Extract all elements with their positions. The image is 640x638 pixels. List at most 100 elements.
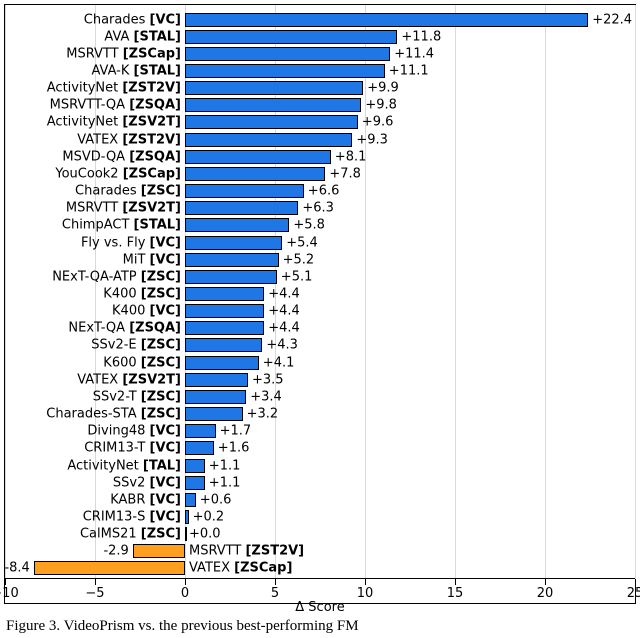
bar: [185, 338, 262, 352]
bar-row: +3.2 Charades-STA [ZSC]: [5, 405, 635, 422]
bar-value-label: +4.4: [268, 305, 300, 318]
bar: [185, 81, 363, 95]
bar-row: +0.2CRIM13-S [VC]: [5, 508, 635, 525]
bar: [185, 64, 385, 78]
category-label: Fly vs. Fly [VC]: [81, 236, 181, 249]
x-tick: [95, 579, 96, 585]
bar-value-label: +5.1: [281, 270, 313, 283]
category-label: SSv2 [VC]: [113, 476, 181, 489]
bar-row: +11.1AVA-K [STAL]: [5, 62, 635, 79]
bar-value-label: +5.4: [286, 236, 318, 249]
x-tick-label: 5: [271, 586, 279, 601]
category-label: SSv2-T [ZSC]: [93, 390, 181, 403]
category-label: Charades [ZSC]: [75, 185, 181, 198]
category-label: MSRVTT [ZST2V]: [189, 545, 304, 558]
bar: [185, 201, 298, 215]
bar-row: +22.4Charades [VC]: [5, 11, 635, 28]
x-tick-label: −5: [85, 586, 104, 601]
bar: [185, 321, 264, 335]
category-label: MSVD-QA [ZSQA]: [62, 150, 181, 163]
bar-value-label: +3.4: [250, 390, 282, 403]
bar-value-label: +3.2: [247, 408, 279, 421]
bar-row: +1.7Diving48 [VC]: [5, 423, 635, 440]
x-tick-label: −10: [0, 586, 19, 601]
bar: [185, 115, 358, 129]
category-label: CRIM13-T [VC]: [84, 442, 181, 455]
bar-row: +11.8 AVA [STAL]: [5, 28, 635, 45]
bar-value-label: +7.8: [329, 167, 361, 180]
bar-value-label: +4.3: [266, 339, 298, 352]
bar-value-label: +11.8: [401, 30, 441, 43]
bar-value-label: +5.2: [283, 253, 315, 266]
bar-row: +3.4 SSv2-T [ZSC]: [5, 388, 635, 405]
bar: [185, 476, 205, 490]
bar-value-label: +9.3: [356, 133, 388, 146]
bar-row: +5.4 Fly vs. Fly [VC]: [5, 234, 635, 251]
bar-value-label: +4.1: [263, 356, 295, 369]
bar-value-label: +0.0: [189, 528, 221, 541]
bar-row: +0.6 KABR [VC]: [5, 491, 635, 508]
bar-row: +1.1 ActivityNet [TAL]: [5, 457, 635, 474]
category-label: MSRVTT [ZSCap]: [66, 47, 181, 60]
chart-figure: +22.4Charades [VC] +11.8 AVA [STAL] +11.4 MS…: [4, 4, 636, 604]
bar: [185, 527, 187, 541]
bar: [185, 390, 246, 404]
x-tick-label: 10: [357, 586, 374, 601]
bar: [185, 133, 352, 147]
bar-row: +7.8 YouCook2 [ZSCap]: [5, 165, 635, 182]
category-label: AVA [STAL]: [104, 30, 181, 43]
bar: [34, 561, 185, 575]
bar-row: +9.6ActivityNet [ZSV2T]: [5, 114, 635, 131]
category-label: Charades-STA [ZSC]: [46, 408, 181, 421]
bar-value-label: +9.6: [362, 116, 394, 129]
bar: [133, 544, 185, 558]
bar-row: +4.4K400 [ZSC]: [5, 285, 635, 302]
bar-value-label: +9.9: [367, 82, 399, 95]
bar-row: +4.4NExT-QA [ZSQA]: [5, 320, 635, 337]
category-label: VATEX [ZST2V]: [77, 133, 181, 146]
bar-value-label: +6.6: [308, 185, 340, 198]
bar-value-label: +11.4: [394, 47, 434, 60]
bar-row: +6.6 Charades [ZSC]: [5, 183, 635, 200]
grid-line: [635, 5, 636, 579]
x-tick-label: 0: [181, 586, 189, 601]
bar: [185, 270, 277, 284]
category-label: K400 [VC]: [112, 305, 181, 318]
category-label: YouCook2 [ZSCap]: [55, 167, 181, 180]
x-tick: [455, 579, 456, 585]
bar-row: +4.4 K400 [VC]: [5, 303, 635, 320]
bar-value-label: +1.1: [209, 459, 241, 472]
bar-row: +5.1NExT-QA-ATP [ZSC]: [5, 268, 635, 285]
bar-row: +4.1K600 [ZSC]: [5, 354, 635, 371]
x-tick: [365, 579, 366, 585]
bar-row: +5.8 ChimpACT [STAL]: [5, 217, 635, 234]
bar-value-label: +6.3: [302, 202, 334, 215]
bar-value-label: +0.6: [200, 493, 232, 506]
category-label: ChimpACT [STAL]: [62, 219, 181, 232]
bar-value-label: +4.4: [268, 287, 300, 300]
category-label: MiT [VC]: [123, 253, 181, 266]
bar-row: +9.9ActivityNet [ZST2V]: [5, 80, 635, 97]
bar: [185, 13, 588, 27]
x-tick: [275, 579, 276, 585]
category-label: MSRVTT-QA [ZSQA]: [50, 99, 181, 112]
figure-caption: Figure 3. VideoPrism vs. the previous be…: [6, 618, 636, 635]
bar-row: +8.1 MSVD-QA [ZSQA]: [5, 148, 635, 165]
bar-value-label: +5.8: [293, 219, 325, 232]
category-label: ActivityNet [TAL]: [67, 459, 181, 472]
bar: [185, 407, 243, 421]
bar: [185, 510, 189, 524]
category-label: SSv2-E [ZSC]: [91, 339, 181, 352]
category-label: CRIM13-S [VC]: [83, 510, 181, 523]
bar: [185, 287, 264, 301]
bar-row: +1.6CRIM13-T [VC]: [5, 440, 635, 457]
bar-row: +9.3 VATEX [ZST2V]: [5, 131, 635, 148]
bar: [185, 98, 361, 112]
category-label: KABR [VC]: [110, 493, 181, 506]
category-label: NExT-QA [ZSQA]: [68, 322, 181, 335]
bar: [185, 356, 259, 370]
category-label: MSRVTT [ZSV2T]: [66, 202, 181, 215]
category-label: VATEX [ZSCap]: [189, 562, 292, 575]
bar: [185, 424, 216, 438]
bar-value-label: +8.1: [335, 150, 367, 163]
